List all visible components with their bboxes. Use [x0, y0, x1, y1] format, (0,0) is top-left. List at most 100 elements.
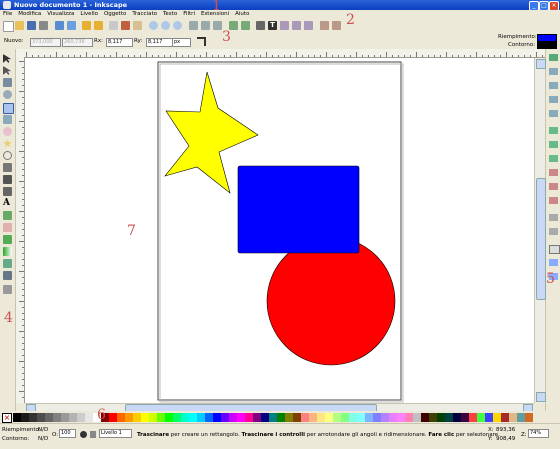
palette-swatch[interactable]	[133, 413, 141, 422]
palette-swatch[interactable]	[213, 413, 221, 422]
print-icon[interactable]	[39, 21, 48, 30]
palette-swatch[interactable]	[509, 413, 517, 422]
palette-swatch[interactable]	[125, 413, 133, 422]
palette-swatch[interactable]	[53, 413, 61, 422]
ellipse-tool-icon[interactable]	[3, 127, 12, 136]
snap-intersections-icon[interactable]	[549, 155, 558, 162]
redo-icon[interactable]	[94, 21, 103, 30]
vertical-scrollbar[interactable]	[534, 58, 546, 403]
calligraphy-tool-icon[interactable]	[3, 187, 12, 196]
palette-swatch[interactable]	[525, 413, 533, 422]
palette-swatch[interactable]	[341, 413, 349, 422]
preferences-icon[interactable]	[332, 21, 341, 30]
palette-swatch[interactable]	[445, 413, 453, 422]
palette-swatch[interactable]	[61, 413, 69, 422]
spiral-tool-icon[interactable]	[3, 151, 12, 160]
eraser-tool-icon[interactable]	[3, 223, 12, 232]
palette-swatch[interactable]	[141, 413, 149, 422]
palette-swatch[interactable]	[501, 413, 509, 422]
toolbox-extra-icon[interactable]	[3, 285, 12, 294]
palette-swatch[interactable]	[493, 413, 501, 422]
palette-swatch[interactable]	[365, 413, 373, 422]
opacity-field[interactable]: 100	[59, 429, 76, 438]
palette-swatch[interactable]	[109, 413, 117, 422]
layer-select[interactable]: Livello 1	[99, 429, 132, 438]
ungroup-icon[interactable]	[241, 21, 250, 30]
snap-bbox-edge-icon[interactable]	[549, 82, 558, 89]
palette-swatch[interactable]	[437, 413, 445, 422]
fill-stroke-icon[interactable]	[256, 21, 265, 30]
palette-swatch[interactable]	[45, 413, 53, 422]
pen-tool-icon[interactable]	[3, 175, 12, 184]
palette-swatch[interactable]	[69, 413, 77, 422]
menu-oggetto[interactable]: Oggetto	[101, 10, 129, 17]
palette-swatch[interactable]	[477, 413, 485, 422]
palette-swatch[interactable]	[309, 413, 317, 422]
palette-swatch[interactable]	[485, 413, 493, 422]
ry-field[interactable]: 8,117	[146, 38, 173, 47]
menu-filtri[interactable]: Filtri	[180, 10, 198, 17]
snap-smooth-icon[interactable]	[549, 183, 558, 190]
not-rounded-icon[interactable]	[197, 37, 206, 46]
palette-swatch[interactable]	[77, 413, 85, 422]
width-field[interactable]: 373,000	[30, 38, 61, 47]
document-properties-icon[interactable]	[320, 21, 329, 30]
palette-swatch[interactable]	[469, 413, 477, 422]
palette-swatch[interactable]	[21, 413, 29, 422]
new-document-icon[interactable]	[3, 21, 14, 32]
palette-swatch[interactable]	[165, 413, 173, 422]
palette-swatch[interactable]	[421, 413, 429, 422]
palette-swatch[interactable]	[189, 413, 197, 422]
unlink-clone-icon[interactable]	[213, 21, 222, 30]
menu-testo[interactable]: Testo	[160, 10, 180, 17]
import-icon[interactable]	[55, 21, 64, 30]
snap-paths-icon[interactable]	[549, 141, 558, 148]
stroke-swatch[interactable]	[537, 42, 557, 49]
palette-swatch[interactable]	[221, 413, 229, 422]
palette-swatch[interactable]	[181, 413, 189, 422]
palette-swatch[interactable]	[261, 413, 269, 422]
snap-bbox-corner-icon[interactable]	[549, 96, 558, 103]
undo-icon[interactable]	[82, 21, 91, 30]
menu-tracciato[interactable]: Tracciato	[129, 10, 160, 17]
3d-box-tool-icon[interactable]	[3, 115, 12, 124]
node-tool-icon[interactable]	[3, 66, 12, 75]
palette-swatch[interactable]	[389, 413, 397, 422]
snap-grid-icon[interactable]	[549, 259, 558, 266]
gradient-tool-icon[interactable]	[3, 247, 12, 256]
palette-swatch[interactable]	[229, 413, 237, 422]
tweak-tool-icon[interactable]	[3, 78, 12, 87]
snap-enable-icon[interactable]	[549, 54, 558, 61]
palette-swatch[interactable]	[237, 413, 245, 422]
menu-visualizza[interactable]: Visualizza	[44, 10, 77, 17]
snap-midpoints-icon[interactable]	[549, 197, 558, 204]
cut-icon[interactable]	[121, 21, 130, 30]
palette-swatch[interactable]	[37, 413, 45, 422]
drawing-canvas[interactable]	[25, 58, 534, 403]
snap-center-icon[interactable]	[549, 214, 558, 221]
palette-swatch[interactable]	[357, 413, 365, 422]
connector-tool-icon[interactable]	[3, 271, 12, 280]
palette-swatch[interactable]	[245, 413, 253, 422]
snap-rotation-center-icon[interactable]	[549, 228, 558, 235]
xml-editor-icon[interactable]	[280, 21, 289, 30]
menu-livello[interactable]: Livello	[77, 10, 101, 17]
palette-swatch[interactable]	[277, 413, 285, 422]
dropper-tool-icon[interactable]	[3, 259, 12, 268]
vertical-scroll-thumb[interactable]	[536, 178, 546, 300]
star-tool-icon[interactable]	[3, 139, 12, 148]
text-font-icon[interactable]: T	[268, 21, 277, 30]
selector-tool-icon[interactable]	[3, 54, 12, 63]
rectangle-tool-icon[interactable]	[3, 103, 14, 114]
rx-field[interactable]: 8,117	[106, 38, 133, 47]
zoom-page-icon[interactable]	[173, 21, 182, 30]
menu-modifica[interactable]: Modifica	[15, 10, 44, 17]
paint-bucket-icon[interactable]	[3, 235, 12, 244]
layer-lock-icon[interactable]	[90, 431, 96, 438]
clone-icon[interactable]	[201, 21, 210, 30]
snap-nodes-icon[interactable]	[549, 127, 558, 134]
zoom-drawing-icon[interactable]	[161, 21, 170, 30]
export-icon[interactable]	[67, 21, 76, 30]
palette-swatch[interactable]	[325, 413, 333, 422]
palette-swatch[interactable]	[517, 413, 525, 422]
